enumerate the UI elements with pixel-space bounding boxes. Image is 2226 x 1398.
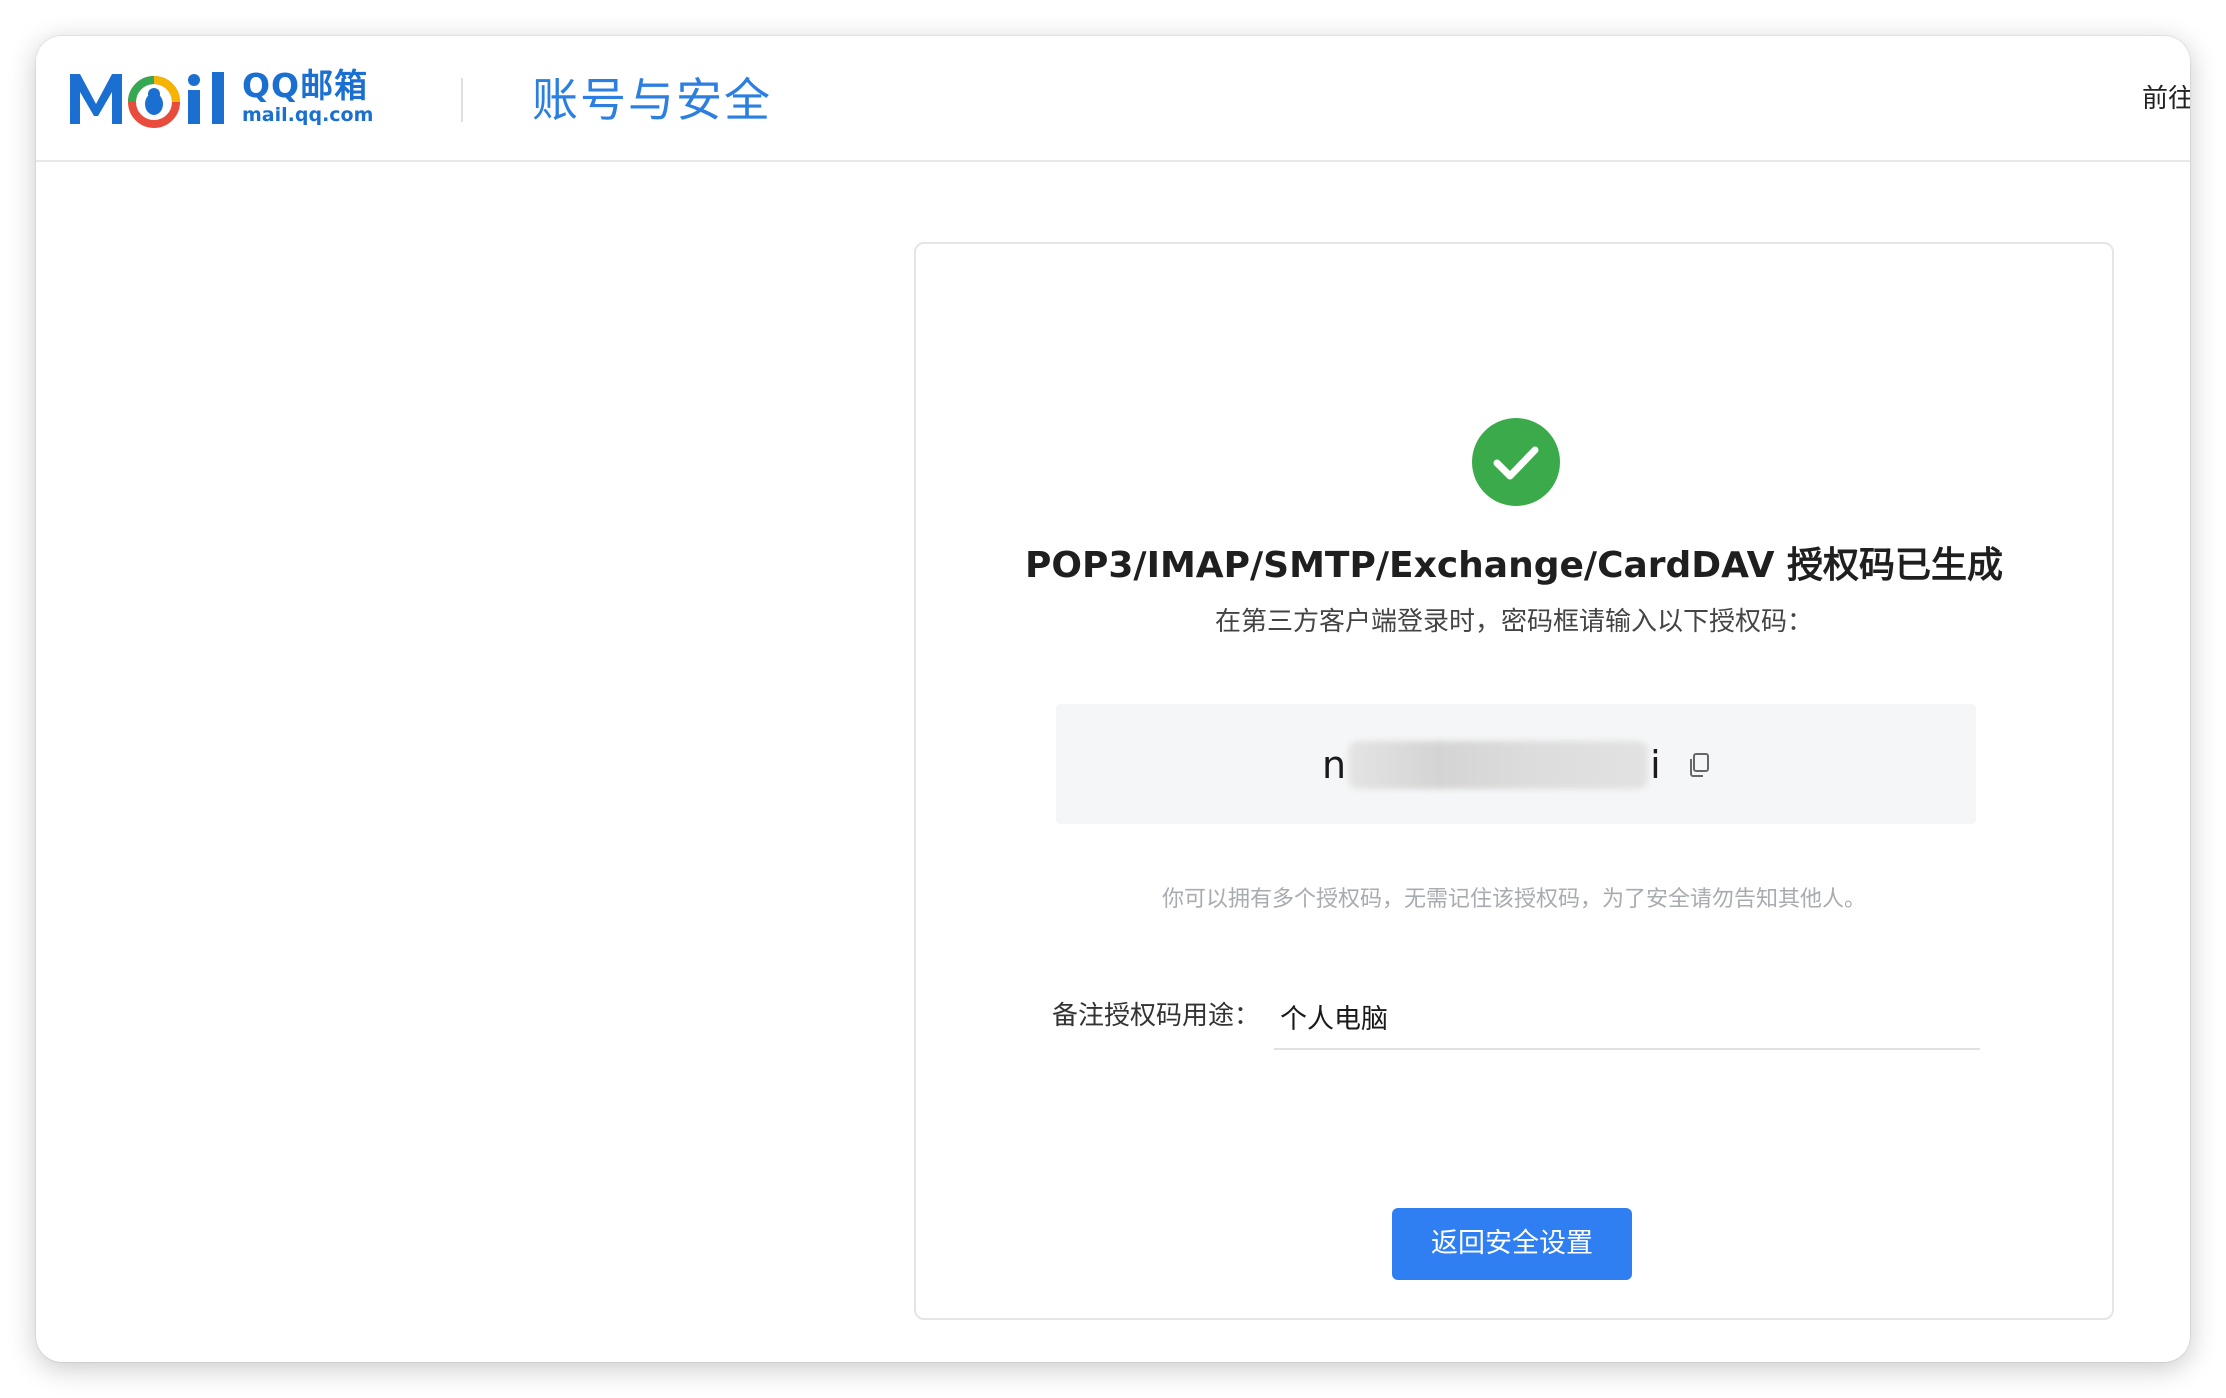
- top-header: QQ邮箱 mail.qq.com 账号与安全 前往: [36, 36, 2190, 162]
- usage-note-input[interactable]: [1274, 984, 1980, 1050]
- app-window: QQ邮箱 mail.qq.com 账号与安全 前往 POP3/IMAP/SMTP…: [36, 36, 2190, 1362]
- back-to-security-button[interactable]: 返回安全设置: [1392, 1208, 1632, 1280]
- auth-code-card: POP3/IMAP/SMTP/Exchange/CardDAV 授权码已生成 在…: [914, 242, 2114, 1320]
- goto-link[interactable]: 前往: [2142, 82, 2190, 116]
- logo-text: QQ邮箱 mail.qq.com: [242, 66, 374, 127]
- logo-domain: mail.qq.com: [242, 104, 374, 126]
- auth-code-redacted: [1348, 741, 1649, 789]
- usage-note-row: 备注授权码用途：: [1052, 984, 1982, 1056]
- auth-code-end: i: [1650, 743, 1661, 787]
- check-circle-icon: [1472, 418, 1560, 506]
- card-title: POP3/IMAP/SMTP/Exchange/CardDAV 授权码已生成: [1025, 545, 2003, 586]
- auth-code-box: n i: [1056, 704, 1976, 824]
- security-hint: 你可以拥有多个授权码，无需记住该授权码，为了安全请勿告知其他人。: [1161, 887, 1866, 912]
- card-subtitle: 在第三方客户端登录时，密码框请输入以下授权码：: [1214, 607, 1813, 637]
- logo-title: QQ邮箱: [242, 66, 369, 105]
- copy-icon[interactable]: [1687, 752, 1711, 778]
- page-title: 账号与安全: [532, 73, 772, 127]
- usage-note-label: 备注授权码用途：: [1052, 1001, 1261, 1031]
- mail-logo-mark-icon: [70, 72, 224, 128]
- auth-code-start: n: [1322, 743, 1347, 787]
- auth-code[interactable]: n i: [1322, 740, 1711, 790]
- header-divider: [461, 78, 463, 122]
- qq-mail-logo[interactable]: QQ邮箱 mail.qq.com: [66, 64, 373, 130]
